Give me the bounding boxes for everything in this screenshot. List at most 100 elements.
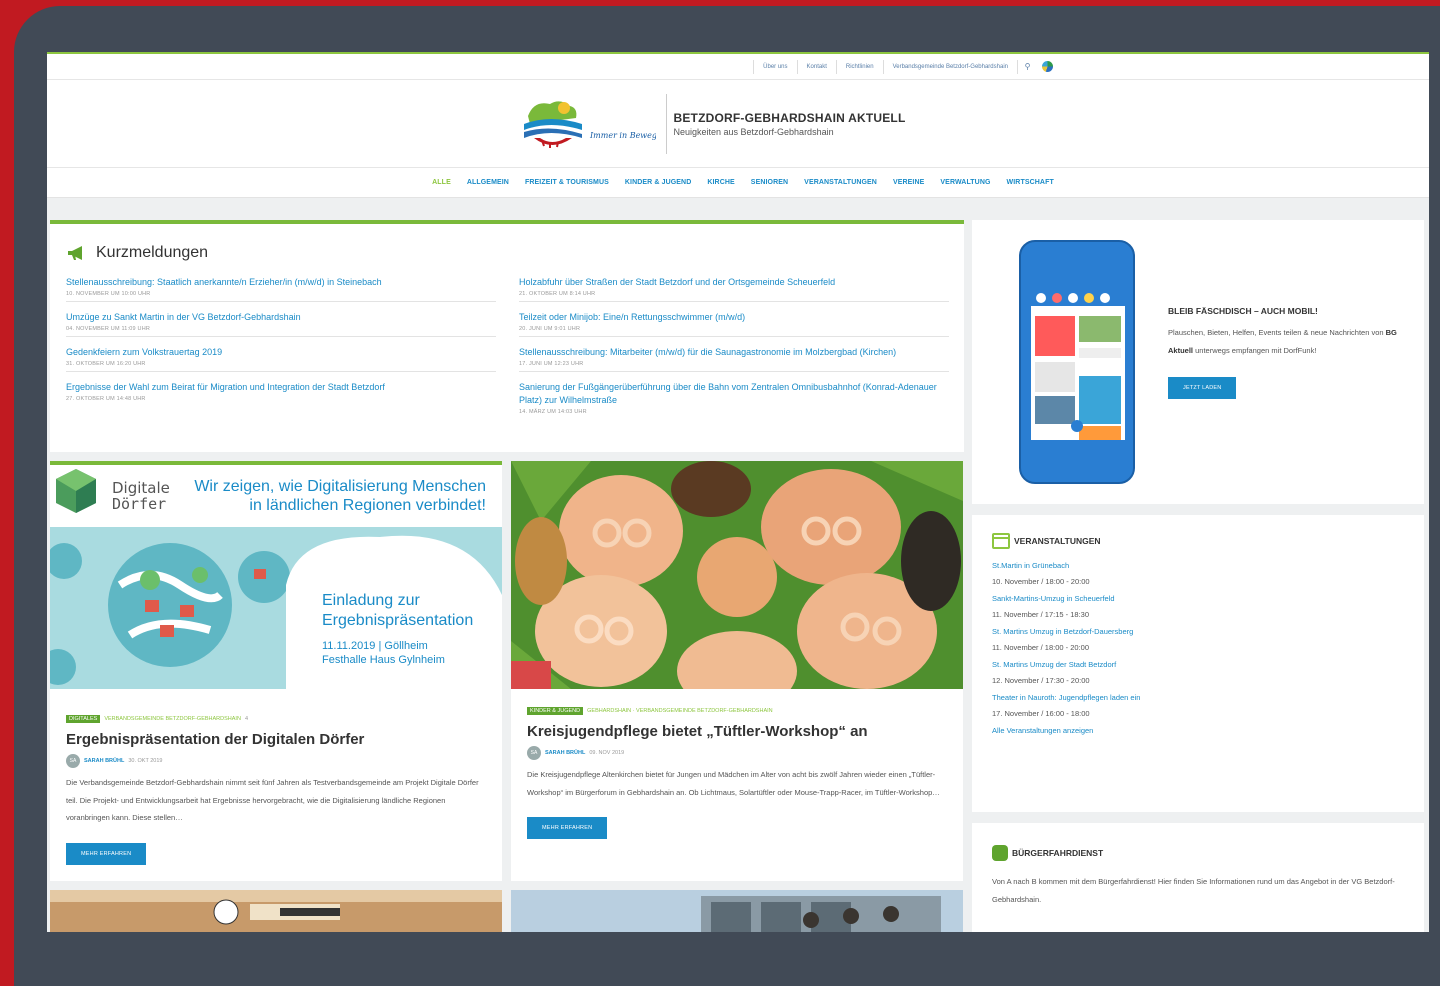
nav-item-wirtschaft[interactable]: WIRTSCHAFT: [1007, 179, 1054, 186]
article-image[interactable]: [511, 461, 963, 689]
news-date: 21. OKTOBER UM 8:14 UHR: [519, 291, 596, 297]
read-more-button[interactable]: MEHR ERFAHREN: [527, 817, 608, 839]
list-item[interactable]: Stellenausschreibung: Mitarbeiter (m/w/d…: [519, 346, 949, 372]
news-date: 31. OKTOBER UM 16:20 UHR: [66, 361, 146, 367]
digitale-doerfer-banner: Digitale Dörfer Wir zeigen, wie Digitali…: [50, 465, 502, 689]
news-title[interactable]: Holzabfuhr über Straßen der Stadt Betzdo…: [519, 276, 949, 289]
news-title[interactable]: Stellenausschreibung: Mitarbeiter (m/w/d…: [519, 346, 949, 359]
nav-item-alle[interactable]: ALLE: [432, 179, 451, 186]
bus-heading: BÜRGERFAHRDIENST: [992, 845, 1402, 861]
list-item[interactable]: St. Martins Umzug in Betzdorf-Dauersberg…: [992, 627, 1402, 652]
article-excerpt: Die Verbandsgemeinde Betzdorf-Gebhardsha…: [66, 778, 479, 822]
news-title[interactable]: Umzüge zu Sankt Martin in der VG Betzdor…: [66, 311, 496, 324]
calendar-icon: [992, 533, 1010, 549]
topbar-link-guidelines[interactable]: Richtlinien: [835, 59, 883, 74]
banner-invite-2: Ergebnispräsentation: [322, 612, 473, 629]
article-body: DIGITALES VERBANDSGEMEINDE BETZDORF-GEBH…: [66, 715, 486, 865]
all-events-link[interactable]: Alle Veranstaltungen anzeigen: [992, 726, 1402, 735]
kurzmeldungen-heading: Kurzmeldungen: [66, 244, 208, 262]
list-item[interactable]: Ergebnisse der Wahl zum Beirat für Migra…: [66, 381, 496, 406]
logo-link[interactable]: Immer in Bewegung BETZDORF-GEBHARDSHAIN …: [520, 93, 906, 154]
nav-item-kinder[interactable]: KINDER & JUGEND: [625, 179, 691, 186]
list-item[interactable]: Sankt-Martins-Umzug in Scheuerfeld 11. No…: [992, 594, 1402, 619]
category-link[interactable]: VERBANDSGEMEINDE BETZDORF-GEBHARDSHAIN: [104, 716, 241, 722]
news-title[interactable]: Stellenausschreibung: Staatlich anerkann…: [66, 276, 496, 289]
topbar-link-about[interactable]: Über uns: [753, 59, 796, 74]
nav-item-veranstaltungen[interactable]: VERANSTALTUNGEN: [804, 179, 877, 186]
article-image-partial[interactable]: [511, 890, 963, 932]
list-item[interactable]: Stellenausschreibung: Staatlich anerkann…: [66, 276, 496, 302]
banner-date: 11.11.2019 | Göllheim: [322, 640, 428, 652]
search-icon[interactable]: ⚲: [1017, 59, 1037, 74]
globe-icon[interactable]: [1042, 61, 1053, 72]
nav-item-vereine[interactable]: VEREINE: [893, 179, 924, 186]
banner-headline-2: in ländlichen Regionen verbindet!: [249, 497, 486, 514]
news-title[interactable]: Ergebnisse der Wahl zum Beirat für Migra…: [66, 381, 496, 394]
read-more-button[interactable]: MEHR ERFAHREN: [66, 842, 147, 865]
news-date: 17. JUNI UM 12:23 UHR: [519, 361, 584, 367]
article-image-partial[interactable]: [50, 890, 502, 932]
article-image[interactable]: Digitale Dörfer Wir zeigen, wie Digitali…: [50, 465, 502, 689]
comment-count[interactable]: 4: [245, 716, 248, 722]
avatar: SA: [66, 754, 80, 768]
banner-headline-1: Wir zeigen, wie Digitalisierung Menschen: [194, 478, 486, 495]
kurzmeldungen-title: Kurzmeldungen: [96, 244, 209, 261]
event-title[interactable]: St.Martin in Grünebach: [992, 561, 1402, 570]
list-item[interactable]: Umzüge zu Sankt Martin in der VG Betzdor…: [66, 311, 496, 337]
nav-item-verwaltung[interactable]: VERWALTUNG: [940, 179, 990, 186]
event-date: 11. November / 17:15 - 18:30: [992, 610, 1090, 619]
event-title[interactable]: Theater in Nauroth: Jugendpflegen laden …: [992, 693, 1402, 702]
kurzmeldungen-box: Kurzmeldungen Stellenausschreibung: Staa…: [50, 220, 964, 452]
article-date: 30. OKT 2019: [128, 758, 163, 764]
nav-item-senioren[interactable]: SENIOREN: [751, 179, 788, 186]
website: Über uns Kontakt Richtlinien Verbandsgem…: [47, 52, 1429, 932]
list-item[interactable]: Teilzeit oder Minijob: Eine/n Rettungssc…: [519, 311, 949, 337]
bus-content: BÜRGERFAHRDIENST Von A nach B kommen mit…: [992, 845, 1402, 908]
kurzmeldungen-left-column: Stellenausschreibung: Staatlich anerkann…: [66, 276, 496, 415]
article-date: 09. NOV 2019: [589, 750, 625, 756]
list-item[interactable]: Holzabfuhr über Straßen der Stadt Betzdo…: [519, 276, 949, 302]
nav-item-freizeit[interactable]: FREIZEIT & TOURISMUS: [525, 179, 609, 186]
news-date: 04. NOVEMBER UM 11:09 UHR: [66, 326, 151, 332]
news-date: 20. JUNI UM 9:01 UHR: [519, 326, 581, 332]
article-title[interactable]: Ergebnispräsentation der Digitalen Dörfe…: [66, 731, 486, 748]
author-name[interactable]: SARAH BRÜHL: [84, 758, 124, 764]
events-heading: VERANSTALTUNGEN: [992, 533, 1402, 549]
category-tag[interactable]: KINDER & JUGEND: [527, 707, 584, 715]
topbar-link-vg[interactable]: Verbandsgemeinde Betzdorf-Gebhardshain: [882, 59, 1017, 74]
topbar-link-contact[interactable]: Kontakt: [796, 59, 836, 74]
list-item[interactable]: Gedenkfeiern zum Volkstrauertag 2019 31. …: [66, 346, 496, 372]
event-date: 12. November / 17:30 - 20:00: [992, 676, 1090, 685]
logo-slogan: Immer in Bewegung: [589, 131, 656, 140]
download-app-button[interactable]: JETZT LADEN: [1168, 377, 1237, 399]
site-header: Immer in Bewegung BETZDORF-GEBHARDSHAIN …: [47, 80, 1429, 168]
phone-screen: [1031, 276, 1125, 450]
article-author: SA SARAH BRÜHL 30. OKT 2019: [66, 754, 486, 768]
news-title[interactable]: Sanierung der Fußgängerüberführung über …: [519, 381, 949, 407]
event-title[interactable]: St. Martins Umzug der Stadt Betzdorf: [992, 660, 1402, 669]
news-title[interactable]: Gedenkfeiern zum Volkstrauertag 2019: [66, 346, 496, 359]
news-title[interactable]: Teilzeit oder Minijob: Eine/n Rettungssc…: [519, 311, 949, 324]
category-link[interactable]: GEBHARDSHAIN · VERBANDSGEMEINDE BETZDORF…: [587, 708, 773, 714]
article-meta: KINDER & JUGEND GEBHARDSHAIN · VERBANDSG…: [527, 707, 947, 715]
bus-icon: [992, 845, 1008, 861]
buergerfahrdienst-widget: BÜRGERFAHRDIENST Von A nach B kommen mit…: [972, 823, 1424, 932]
news-date: 14. MÄRZ UM 14:03 UHR: [519, 409, 587, 415]
event-title[interactable]: Sankt-Martins-Umzug in Scheuerfeld: [992, 594, 1402, 603]
list-item[interactable]: Theater in Nauroth: Jugendpflegen laden …: [992, 693, 1402, 718]
list-item[interactable]: Sanierung der Fußgängerüberführung über …: [519, 381, 949, 419]
author-name[interactable]: SARAH BRÜHL: [545, 750, 585, 756]
article-title[interactable]: Kreisjugendpflege bietet „Tüftler-Worksh…: [527, 723, 947, 740]
list-item[interactable]: St. Martins Umzug der Stadt Betzdorf 12. …: [992, 660, 1402, 685]
category-tag[interactable]: DIGITALES: [66, 715, 101, 723]
kurzmeldungen-right-column: Holzabfuhr über Straßen der Stadt Betzdo…: [519, 276, 949, 428]
site-title: BETZDORF-GEBHARDSHAIN AKTUELL: [673, 110, 906, 125]
nav-item-kirche[interactable]: KIRCHE: [707, 179, 734, 186]
event-title[interactable]: St. Martins Umzug in Betzdorf-Dauersberg: [992, 627, 1402, 636]
list-item[interactable]: St.Martin in Grünebach 10. November / 18:…: [992, 561, 1402, 586]
logo-text: BETZDORF-GEBHARDSHAIN AKTUELL Neuigkeite…: [666, 93, 906, 154]
nav-item-allgemein[interactable]: ALLGEMEIN: [467, 179, 509, 186]
event-date: 10. November / 18:00 - 20:00: [992, 577, 1090, 586]
top-bar: Über uns Kontakt Richtlinien Verbandsgem…: [47, 54, 1429, 80]
banner-place: Festhalle Haus Gylnheim: [322, 654, 445, 666]
